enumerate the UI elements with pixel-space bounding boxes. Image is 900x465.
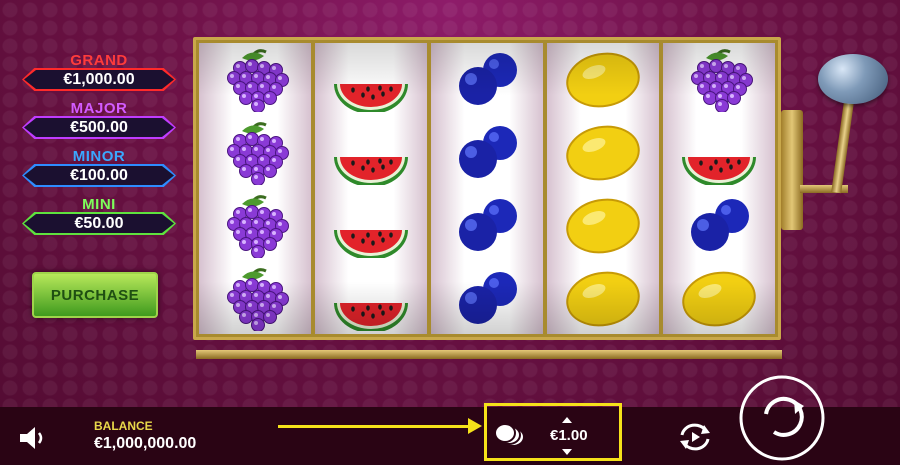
game-stage: GRAND €1,000.00 MAJOR €500.00 MINOR €100… (0, 0, 900, 410)
lemon-symbol (675, 266, 763, 330)
plums-symbol (443, 47, 531, 111)
plums-symbol (443, 193, 531, 257)
jackpot-name: MINOR (72, 148, 126, 165)
jackpot-grand: GRAND €1,000.00 (18, 52, 180, 100)
watermelon-symbol (327, 266, 415, 331)
balance-value: €1,000,000.00 (94, 435, 197, 452)
lever-housing (781, 110, 803, 230)
bet-decrease-icon[interactable] (562, 449, 572, 455)
jackpot-value-box: €100.00 (22, 164, 176, 187)
lever-knob[interactable] (818, 54, 888, 104)
plums-symbol (675, 193, 763, 257)
balance-label: BALANCE (94, 419, 153, 433)
reel-2 (315, 43, 427, 334)
jackpot-panel: GRAND €1,000.00 MAJOR €500.00 MINOR €100… (18, 52, 180, 244)
jackpot-value-box: €1,000.00 (22, 68, 176, 91)
grapes-symbol (211, 120, 299, 186)
jackpot-name: MINI (82, 196, 116, 213)
reel-5 (663, 43, 775, 334)
grapes-symbol (211, 193, 299, 258)
watermelon-symbol (327, 120, 415, 186)
reel-4 (547, 43, 659, 334)
jackpot-value-box: €500.00 (22, 116, 176, 139)
watermelon-symbol (675, 120, 763, 186)
annotation-arrow (278, 425, 473, 428)
jackpot-value: €500.00 (70, 118, 128, 136)
jackpot-major: MAJOR €500.00 (18, 100, 180, 148)
jackpot-value: €50.00 (74, 214, 124, 232)
bet-increase-icon[interactable] (562, 417, 572, 423)
bet-value: €1.00 (550, 427, 588, 444)
coins-icon[interactable] (494, 422, 526, 448)
jackpot-value: €1,000.00 (63, 70, 135, 88)
lemon-symbol (559, 120, 647, 184)
reel-1 (199, 43, 311, 334)
watermelon-symbol (327, 47, 415, 113)
jackpot-minor: MINOR €100.00 (18, 148, 180, 196)
lemon-symbol (559, 47, 647, 111)
speaker-icon[interactable] (18, 425, 54, 451)
lemon-symbol (559, 266, 647, 330)
spin-icon[interactable] (728, 374, 836, 462)
grapes-symbol (675, 47, 763, 113)
reels-frame (193, 37, 781, 340)
annotation-arrow-head (468, 418, 482, 434)
purchase-button[interactable]: PURCHASE (32, 272, 158, 318)
grapes-symbol (211, 266, 299, 331)
jackpot-value: €100.00 (70, 166, 128, 184)
plums-symbol (443, 266, 531, 330)
jackpot-mini: MINI €50.00 (18, 196, 180, 244)
grapes-symbol (211, 47, 299, 113)
lemon-symbol (559, 193, 647, 257)
plums-symbol (443, 120, 531, 184)
jackpot-value-box: €50.00 (22, 212, 176, 235)
jackpot-name: MAJOR (70, 100, 128, 117)
watermelon-symbol (327, 193, 415, 258)
jackpot-name: GRAND (70, 52, 128, 69)
reel-3 (431, 43, 543, 334)
autoplay-icon[interactable] (676, 421, 714, 453)
reels-base (196, 350, 782, 359)
